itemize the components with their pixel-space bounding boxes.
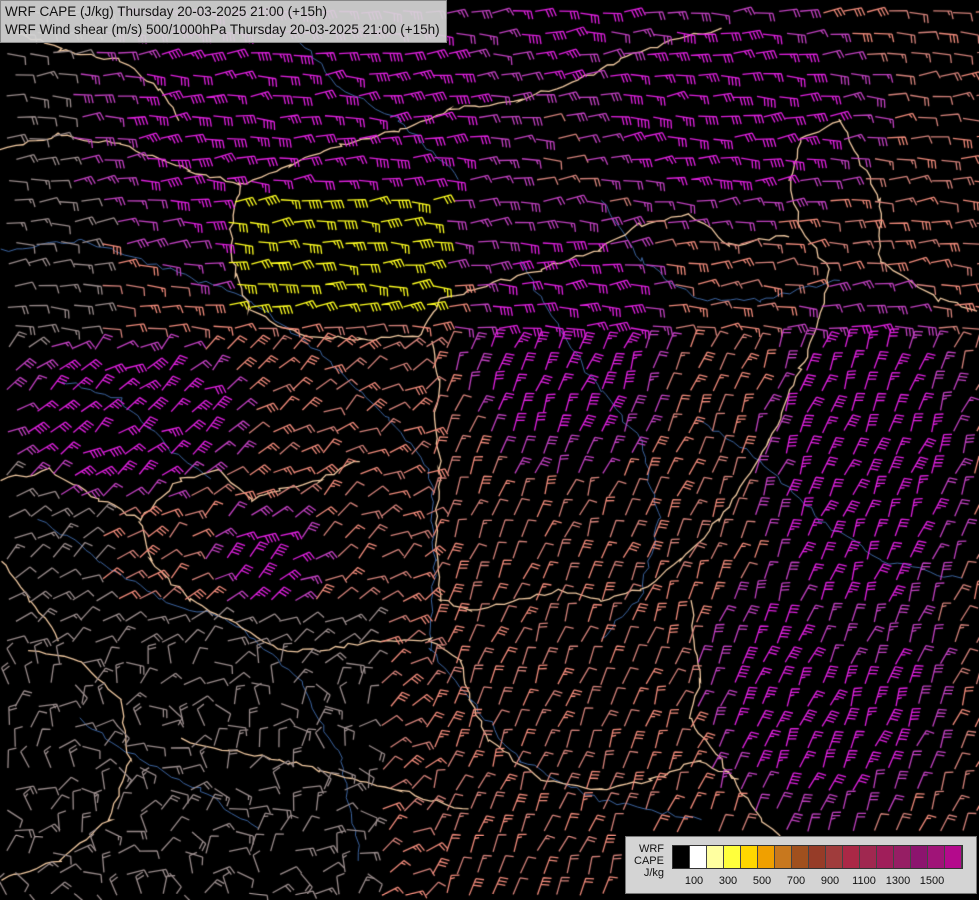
- legend-swatch: [707, 846, 724, 868]
- title-line-cape: WRF CAPE (J/kg) Thursday 20-03-2025 21:0…: [5, 4, 328, 19]
- legend-tick: 1100: [852, 875, 876, 887]
- legend-ticks: 100 300 500 700 900 1100 1300 1500: [672, 875, 972, 889]
- legend-swatch: [928, 846, 945, 868]
- title-line-shear: WRF Wind shear (m/s) 500/1000hPa Thursda…: [5, 22, 440, 37]
- map-title: WRF CAPE (J/kg) Thursday 20-03-2025 21:0…: [0, 0, 447, 43]
- legend-tick: 1500: [919, 875, 945, 887]
- legend-tick: 300: [718, 875, 738, 887]
- legend-swatch: [911, 846, 928, 868]
- legend-tick: 1300: [885, 875, 911, 887]
- cape-legend: WRF CAPE J/kg 100 300 500 700 900 1100 1…: [625, 836, 977, 894]
- legend-swatch: [860, 846, 877, 868]
- legend-swatch: [945, 846, 962, 868]
- legend-swatch: [758, 846, 775, 868]
- legend-swatch: [741, 846, 758, 868]
- legend-swatch: [894, 846, 911, 868]
- legend-swatch: [724, 846, 741, 868]
- legend-tick: 700: [786, 875, 806, 887]
- legend-tick: 900: [820, 875, 840, 887]
- legend-tick: 100: [684, 875, 704, 887]
- legend-title: WRF CAPE J/kg: [634, 843, 664, 879]
- legend-swatch: [843, 846, 860, 868]
- map-canvas: [0, 0, 979, 900]
- legend-swatch: [826, 846, 843, 868]
- legend-swatch: [809, 846, 826, 868]
- legend-tick: 500: [752, 875, 772, 887]
- legend-swatch: [690, 846, 707, 868]
- legend-swatch: [792, 846, 809, 868]
- legend-swatch: [877, 846, 894, 868]
- legend-swatch: [673, 846, 690, 868]
- legend-color-bar: [672, 845, 963, 869]
- legend-swatch: [775, 846, 792, 868]
